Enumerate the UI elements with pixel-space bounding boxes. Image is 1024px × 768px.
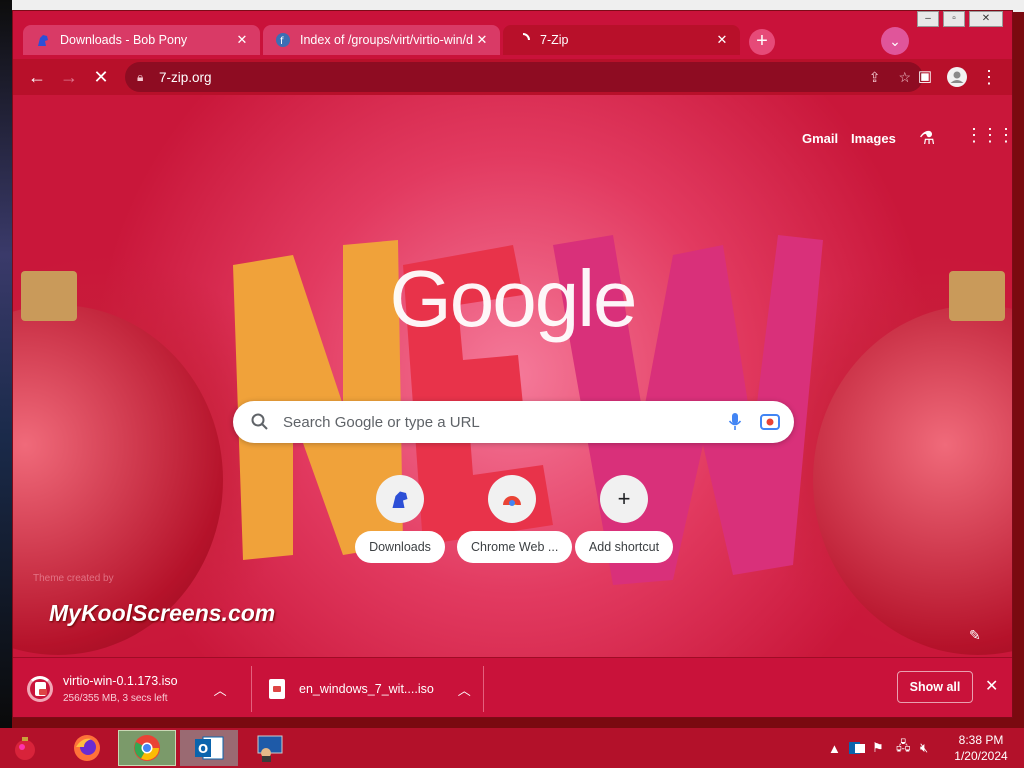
plus-icon: + [600,475,648,523]
svg-text:O: O [198,742,208,756]
volume-muted-icon[interactable]: 🔇︎ [920,728,928,768]
new-tab-button[interactable]: + [749,29,775,55]
new-tab-page: Gmail Images ⚗ ⋮⋮⋮ Google Search Google … [13,95,1012,657]
labs-flask-icon[interactable]: ⚗ [919,128,935,149]
clock-time: 8:38 PM [958,733,1004,747]
maximize-button[interactable]: ▫ [943,11,965,27]
tab-close-icon[interactable]: ✕ [474,32,490,48]
network-icon[interactable]: 🖧︎ [896,728,911,768]
bob-pony-favicon [35,32,51,48]
tab-strip: Downloads - Bob Pony ✕ f Index of /group… [13,11,1012,59]
bob-pony-icon [376,475,424,523]
tab-search-button[interactable]: ⌄ [881,27,909,55]
ntp-search-box[interactable]: Search Google or type a URL [233,401,794,443]
clock-date: 1/20/2024 [954,749,1008,763]
download-filename: en_windows_7_wit....iso [299,682,434,696]
google-logo: Google [389,254,638,343]
fedora-favicon: f [275,32,291,48]
share-icon[interactable]: ⇪ [869,69,881,86]
desktop-left-edge [0,0,12,728]
close-download-bar-icon[interactable]: ✕ [985,676,998,696]
close-window-button[interactable]: ✕ [969,11,1003,27]
start-button-ornament-icon[interactable] [0,730,50,766]
gmail-link[interactable]: Gmail [802,131,838,146]
taskbar-clock[interactable]: 8:38 PM 1/20/2024 [950,732,1012,764]
minimize-button[interactable]: – [917,11,939,27]
voice-search-mic-icon[interactable] [728,412,742,432]
toolbar: ← → ✕ 🔒︎ 7-zip.org ⇪ ☆ ▣ ⋮ [13,59,1012,95]
forward-button[interactable]: → [57,65,81,89]
chrome-taskbar-icon[interactable] [118,730,176,766]
profile-avatar[interactable] [945,65,969,89]
firefox-taskbar-icon[interactable] [58,730,116,766]
download-item-virtio[interactable]: virtio-win-0.1.173.iso 256/355 MB, 3 sec… [27,658,247,717]
chrome-window: Downloads - Bob Pony ✕ f Index of /group… [12,10,1013,718]
tab-close-icon[interactable]: ✕ [714,32,730,48]
shortcut-label: Add shortcut [574,531,674,563]
side-panel-icon[interactable]: ▣ [913,65,937,89]
shortcut-chrome-web-store[interactable]: Chrome Web ... [457,475,573,568]
file-icon [269,679,285,699]
back-button[interactable]: ← [25,65,49,89]
shortcut-add[interactable]: + Add shortcut [569,475,679,568]
shortcut-downloads[interactable]: Downloads [345,475,455,568]
lens-camera-icon[interactable] [760,413,780,431]
search-icon [251,413,269,431]
shortcut-label: Chrome Web ... [457,531,573,563]
apps-grid-icon[interactable]: ⋮⋮⋮ [965,125,1012,146]
windows-taskbar: O ▲ ⚑ 🖧︎ 🔇︎ 8:38 PM 1/20/2024 [0,728,1024,768]
tab-close-icon[interactable]: ✕ [234,32,250,48]
divider [251,666,252,712]
theme-credit[interactable]: Theme created by [33,573,114,584]
images-link[interactable]: Images [851,131,896,146]
search-placeholder[interactable]: Search Google or type a URL [283,414,728,431]
lock-icon[interactable]: 🔒︎ [137,70,151,85]
tab-title: Index of /groups/virt/virtio-win/d [300,33,473,47]
file-icon [34,682,47,696]
loading-favicon [515,32,531,48]
menu-kebab-icon[interactable]: ⋮ [977,65,1001,89]
tab-virtio-index[interactable]: f Index of /groups/virt/virtio-win/d ✕ [263,25,500,55]
bookmark-star-icon[interactable]: ☆ [898,69,911,86]
download-bar: virtio-win-0.1.173.iso 256/355 MB, 3 sec… [13,657,1012,717]
remote-desktop-taskbar-icon[interactable] [240,730,298,766]
svg-text:f: f [280,36,284,47]
ornament-right [813,305,1012,655]
tab-title: Downloads - Bob Pony [60,33,188,47]
address-bar[interactable]: 🔒︎ 7-zip.org ⇪ ☆ [125,62,923,92]
show-all-button[interactable]: Show all [897,671,973,703]
customize-pencil-icon[interactable]: ✎ [969,627,981,644]
chevron-up-icon[interactable]: ︿ [458,680,471,699]
tab-downloads-bob-pony[interactable]: Downloads - Bob Pony ✕ [23,25,260,55]
tab-title: 7-Zip [540,33,569,47]
tab-7-zip[interactable]: 7-Zip ✕ [503,25,740,55]
show-hidden-icons-caret[interactable]: ▲ [828,728,841,768]
outlook-taskbar-icon[interactable]: O [180,730,238,766]
download-filename: virtio-win-0.1.173.iso [63,674,178,688]
divider [483,666,484,712]
stop-loading-button[interactable]: ✕ [89,65,113,89]
outlook-tray-icon[interactable] [848,728,866,768]
chrome-web-store-icon [488,475,536,523]
chevron-up-icon[interactable]: ︿ [214,680,227,699]
download-progress-ring [27,676,53,702]
shortcut-label: Downloads [355,531,445,563]
download-item-windows7[interactable]: en_windows_7_wit....iso ︿ [269,658,479,717]
url-text[interactable]: 7-zip.org [159,70,851,85]
download-status: 256/355 MB, 3 secs left [63,693,168,704]
action-center-flag-icon[interactable]: ⚑ [872,728,884,768]
watermark-text: MyKoolScreens.com [49,600,276,626]
